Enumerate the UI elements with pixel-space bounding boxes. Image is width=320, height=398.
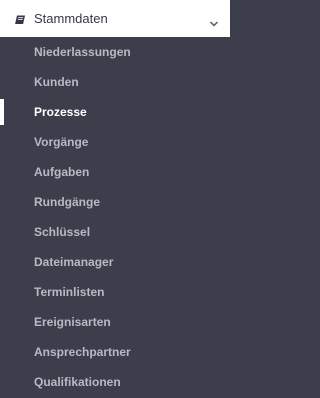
menu-item-label: Kunden xyxy=(34,75,79,89)
menu-item-ansprechpartner[interactable]: Ansprechpartner xyxy=(0,337,230,367)
submenu-list: Niederlassungen Kunden Prozesse Vorgänge… xyxy=(0,37,230,398)
menu-item-schluessel[interactable]: Schlüssel xyxy=(0,217,230,247)
menu-item-rundgaenge[interactable]: Rundgänge xyxy=(0,187,230,217)
menu-item-vorgaenge[interactable]: Vorgänge xyxy=(0,127,230,157)
menu-item-prozesse[interactable]: Prozesse xyxy=(0,97,230,127)
menu-title: Stammdaten xyxy=(34,11,108,26)
menu-item-ereignisarten[interactable]: Ereignisarten xyxy=(0,307,230,337)
chevron-down-icon[interactable] xyxy=(209,15,219,27)
menu-item-label: Terminlisten xyxy=(34,285,105,299)
menu-item-dateimanager[interactable]: Dateimanager xyxy=(0,247,230,277)
menu-item-label: Niederlassungen xyxy=(34,45,131,59)
menu-item-label: Ereignisarten xyxy=(34,315,111,329)
book-icon xyxy=(14,13,26,25)
sidebar-submenu: Stammdaten Niederlassungen Kunden Prozes… xyxy=(0,0,230,398)
menu-item-label: Vorgänge xyxy=(34,135,89,149)
menu-item-label: Schlüssel xyxy=(34,225,91,239)
active-indicator xyxy=(0,99,4,125)
menu-item-label: Ansprechpartner xyxy=(34,345,131,359)
menu-item-label: Prozesse xyxy=(34,105,87,119)
menu-item-label: Aufgaben xyxy=(34,165,90,179)
menu-item-terminlisten[interactable]: Terminlisten xyxy=(0,277,230,307)
menu-item-label: Dateimanager xyxy=(34,255,114,269)
stammdaten-menu-header[interactable]: Stammdaten xyxy=(0,0,230,37)
menu-item-niederlassungen[interactable]: Niederlassungen xyxy=(0,37,230,67)
menu-item-label: Rundgänge xyxy=(34,195,100,209)
menu-item-label: Qualifikationen xyxy=(34,375,121,389)
menu-item-kunden[interactable]: Kunden xyxy=(0,67,230,97)
menu-item-aufgaben[interactable]: Aufgaben xyxy=(0,157,230,187)
menu-item-qualifikationen[interactable]: Qualifikationen xyxy=(0,367,230,397)
